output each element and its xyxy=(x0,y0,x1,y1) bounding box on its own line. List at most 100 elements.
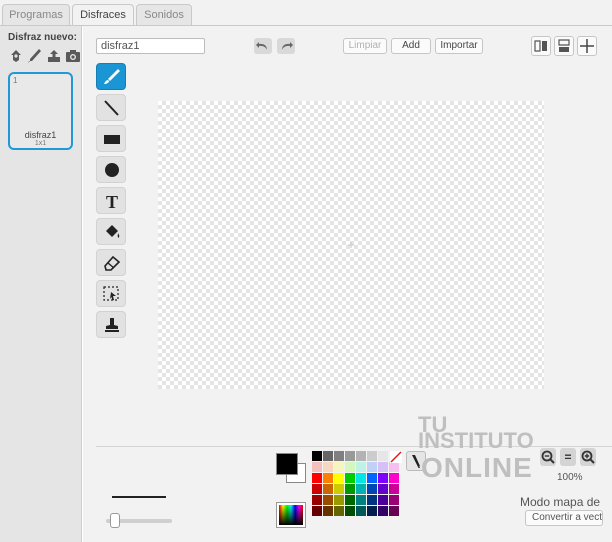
undo-button[interactable] xyxy=(254,38,272,54)
stamp-icon xyxy=(105,318,119,332)
palette-swatch[interactable] xyxy=(367,484,377,494)
palette-swatch[interactable] xyxy=(378,462,388,472)
line-tool[interactable] xyxy=(96,94,126,121)
palette-swatch[interactable] xyxy=(378,484,388,494)
color-spectrum-picker[interactable] xyxy=(276,502,306,528)
palette-swatch[interactable] xyxy=(345,495,355,505)
palette-swatch[interactable] xyxy=(345,506,355,516)
stamp-tool[interactable] xyxy=(96,311,126,338)
convert-to-vector-button[interactable]: Convertir a vecto xyxy=(525,510,603,526)
palette-swatch[interactable] xyxy=(323,506,333,516)
zoom-in-button[interactable] xyxy=(580,448,596,466)
palette-swatch[interactable] xyxy=(345,451,355,461)
palette-swatch[interactable] xyxy=(345,484,355,494)
palette-swatch[interactable] xyxy=(323,484,333,494)
palette-swatch[interactable] xyxy=(378,495,388,505)
zoom-out-button[interactable] xyxy=(540,448,556,466)
palette-swatch[interactable] xyxy=(356,462,366,472)
palette-swatch[interactable] xyxy=(378,473,388,483)
palette-swatch[interactable] xyxy=(378,451,388,461)
costume-size: 1x1 xyxy=(34,140,47,147)
palette-swatch[interactable] xyxy=(345,462,355,472)
palette-swatch[interactable] xyxy=(312,495,322,505)
eyedropper-button[interactable] xyxy=(406,451,426,471)
redo-button[interactable] xyxy=(277,38,295,54)
palette-swatch[interactable] xyxy=(334,506,344,516)
palette-swatch[interactable] xyxy=(323,495,333,505)
zoom-in-icon xyxy=(581,450,595,464)
zoom-out-icon xyxy=(541,450,555,464)
import-button[interactable]: Importar xyxy=(435,38,483,54)
zoom-reset-button[interactable]: = xyxy=(560,448,576,466)
palette-swatch[interactable] xyxy=(367,506,377,516)
palette-swatch[interactable] xyxy=(312,484,322,494)
sprite-library-icon[interactable] xyxy=(8,48,24,64)
new-costume-icons xyxy=(8,48,80,64)
clear-button[interactable]: Limpiar xyxy=(343,38,387,54)
transparent-color-swatch[interactable] xyxy=(390,451,402,463)
text-tool-glyph: T xyxy=(106,192,118,210)
eraser-tool[interactable] xyxy=(96,249,126,276)
flip-horizontal-icon[interactable] xyxy=(531,36,551,56)
upload-icon[interactable] xyxy=(46,48,62,64)
palette-swatch[interactable] xyxy=(312,451,322,461)
flip-vertical-icon[interactable] xyxy=(554,36,574,56)
palette-swatch[interactable] xyxy=(334,473,344,483)
palette-swatch[interactable] xyxy=(312,473,322,483)
tab-sonidos[interactable]: Sonidos xyxy=(136,4,192,26)
camera-icon[interactable] xyxy=(65,48,81,64)
line-icon xyxy=(104,100,119,116)
zoom-level: 100% xyxy=(557,472,583,483)
select-tool[interactable] xyxy=(96,280,126,307)
costume-number: 1 xyxy=(13,76,18,85)
palette-swatch[interactable] xyxy=(389,495,399,505)
palette-swatch[interactable] xyxy=(356,506,366,516)
paint-brush-icon[interactable] xyxy=(27,48,43,64)
brush-icon xyxy=(104,69,120,84)
palette-swatch[interactable] xyxy=(334,462,344,472)
palette-swatch[interactable] xyxy=(345,473,355,483)
set-center-icon[interactable] xyxy=(577,36,597,56)
costume-name: disfraz1 xyxy=(24,130,57,140)
palette-swatch[interactable] xyxy=(356,451,366,461)
add-button[interactable]: Add xyxy=(391,38,431,54)
palette-swatch[interactable] xyxy=(323,473,333,483)
palette-swatch[interactable] xyxy=(312,506,322,516)
text-tool[interactable]: T xyxy=(96,187,126,214)
palette-swatch[interactable] xyxy=(367,451,377,461)
palette-swatch[interactable] xyxy=(389,462,399,472)
ellipse-icon xyxy=(105,163,119,177)
rectangle-tool[interactable] xyxy=(96,125,126,152)
costume-list-pane: Disfraz nuevo: 1 disfraz1 1x1 xyxy=(0,26,82,542)
palette-swatch[interactable] xyxy=(356,484,366,494)
primary-color-swatch[interactable] xyxy=(276,453,298,475)
palette-swatch[interactable] xyxy=(356,495,366,505)
paint-editor: Limpiar Add Importar T xyxy=(83,26,612,542)
costume-name-input[interactable] xyxy=(96,38,205,54)
fill-tool[interactable] xyxy=(96,218,126,245)
palette-swatch[interactable] xyxy=(312,462,322,472)
palette-swatch[interactable] xyxy=(367,473,377,483)
palette-swatch[interactable] xyxy=(323,462,333,472)
text-icon: T xyxy=(106,192,118,210)
stroke-width-slider-handle[interactable] xyxy=(110,513,120,528)
tab-programas[interactable]: Programas xyxy=(2,4,70,26)
tab-disfraces[interactable]: Disfraces xyxy=(72,4,134,27)
palette-swatch[interactable] xyxy=(334,495,344,505)
palette-swatch[interactable] xyxy=(389,484,399,494)
palette-swatch[interactable] xyxy=(389,506,399,516)
palette-swatch[interactable] xyxy=(323,451,333,461)
drawing-canvas[interactable] xyxy=(158,101,544,389)
select-icon xyxy=(103,286,119,301)
palette-swatch[interactable] xyxy=(367,495,377,505)
ellipse-tool[interactable] xyxy=(96,156,126,183)
palette-swatch[interactable] xyxy=(367,462,377,472)
palette-swatch[interactable] xyxy=(356,473,366,483)
color-palette xyxy=(312,451,399,516)
costume-thumbnail[interactable]: 1 disfraz1 1x1 xyxy=(8,72,73,150)
palette-swatch[interactable] xyxy=(334,451,344,461)
palette-swatch[interactable] xyxy=(389,473,399,483)
palette-swatch[interactable] xyxy=(334,484,344,494)
brush-tool[interactable] xyxy=(96,63,126,90)
palette-swatch[interactable] xyxy=(378,506,388,516)
